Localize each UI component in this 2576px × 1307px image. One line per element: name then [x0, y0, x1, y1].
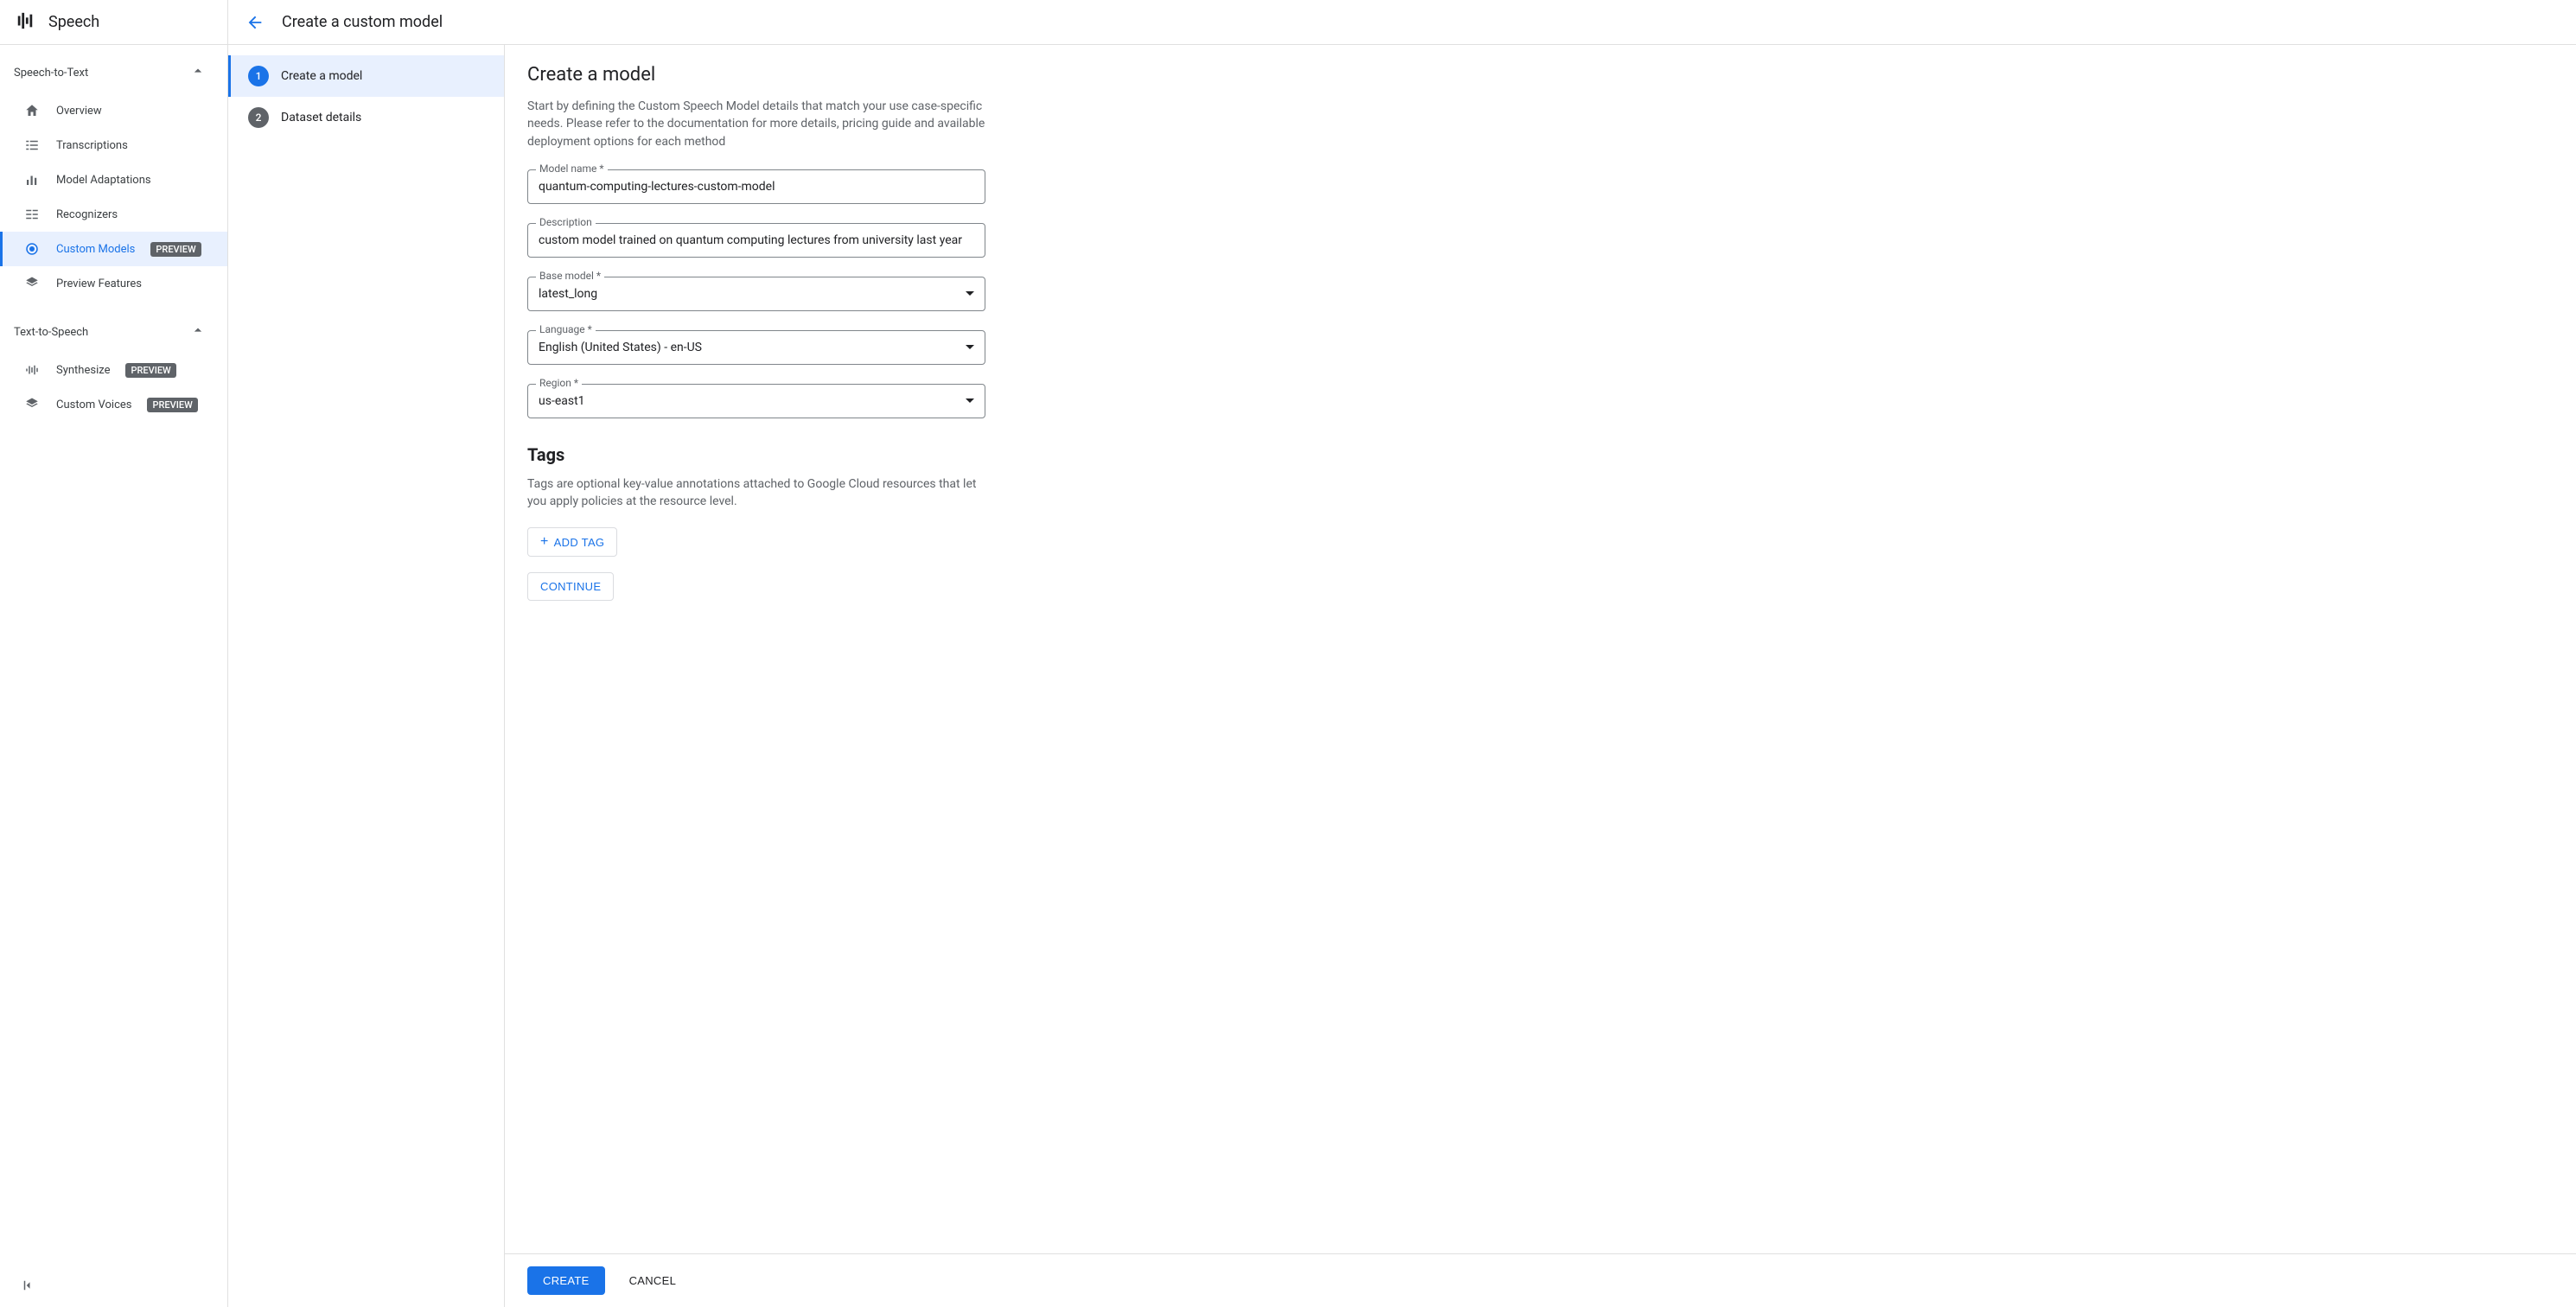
- field-model-name: Model name *: [527, 169, 985, 204]
- section-header-speech-to-text[interactable]: Speech-to-Text: [0, 52, 227, 93]
- content-header: Create a custom model: [228, 0, 2576, 45]
- bars-icon: [23, 171, 41, 188]
- step-dataset-details[interactable]: 2 Dataset details: [228, 97, 504, 138]
- preview-badge: PREVIEW: [150, 242, 201, 257]
- section-title: Text-to-Speech: [14, 326, 88, 339]
- sidebar-item-model-adaptations[interactable]: Model Adaptations: [0, 163, 227, 197]
- model-name-input[interactable]: [527, 169, 985, 204]
- base-model-select[interactable]: latest_long: [527, 277, 985, 311]
- collapse-sidebar-icon[interactable]: [21, 1278, 36, 1297]
- back-arrow-icon[interactable]: [245, 13, 265, 32]
- field-label: Model name *: [536, 163, 608, 175]
- field-label: Base model *: [536, 270, 604, 282]
- nav-label: Transcriptions: [56, 139, 128, 152]
- chevron-down-icon: [966, 345, 974, 349]
- field-label: Region *: [536, 377, 582, 389]
- section-title: Speech-to-Text: [14, 67, 88, 80]
- form-area: Create a model Start by defining the Cus…: [505, 45, 2576, 1253]
- sidebar-item-custom-models[interactable]: Custom Models PREVIEW: [0, 232, 227, 266]
- sidebar-item-custom-voices[interactable]: Custom Voices PREVIEW: [0, 387, 227, 422]
- select-value: latest_long: [539, 287, 597, 301]
- nav-label: Overview: [56, 105, 102, 118]
- nav-label: Custom Voices: [56, 398, 131, 411]
- sidebar-item-recognizers[interactable]: Recognizers: [0, 197, 227, 232]
- chevron-up-icon: [189, 62, 207, 83]
- nav-label: Recognizers: [56, 208, 118, 221]
- field-language: Language * English (United States) - en-…: [527, 330, 985, 365]
- select-value: English (United States) - en-US: [539, 341, 702, 354]
- create-button[interactable]: CREATE: [527, 1266, 605, 1295]
- field-description: Description: [527, 223, 985, 258]
- select-value: us-east1: [539, 394, 585, 408]
- main-area: Create a custom model 1 Create a model 2…: [228, 0, 2576, 1307]
- form-description: Start by defining the Custom Speech Mode…: [527, 98, 985, 150]
- chevron-down-icon: [966, 291, 974, 296]
- step-number: 1: [248, 66, 269, 86]
- preview-badge: PREVIEW: [147, 398, 197, 412]
- nav-label: Preview Features: [56, 277, 142, 290]
- list-icon: [23, 137, 41, 154]
- nav-label: Custom Models: [56, 243, 135, 256]
- stacked-lines-icon: [23, 206, 41, 223]
- speech-logo-icon: [16, 11, 35, 34]
- step-label: Dataset details: [281, 111, 361, 124]
- tags-title: Tags: [527, 444, 2554, 465]
- stepper-column: 1 Create a model 2 Dataset details: [228, 45, 505, 1307]
- target-icon: [23, 240, 41, 258]
- step-number: 2: [248, 107, 269, 128]
- sidebar: Speech Speech-to-Text Overview Transcrip…: [0, 0, 228, 1307]
- form-title: Create a model: [527, 64, 2554, 86]
- button-label: CONTINUE: [540, 580, 601, 593]
- field-region: Region * us-east1: [527, 384, 985, 418]
- layers-icon: [23, 275, 41, 292]
- product-title: Speech: [48, 13, 99, 31]
- preview-badge: PREVIEW: [125, 363, 175, 378]
- waveform-icon: [23, 361, 41, 379]
- cancel-button[interactable]: CANCEL: [619, 1266, 687, 1295]
- nav-label: Model Adaptations: [56, 174, 151, 187]
- layers-icon: [23, 396, 41, 413]
- sidebar-item-preview-features[interactable]: Preview Features: [0, 266, 227, 301]
- footer-actions: CREATE CANCEL: [505, 1253, 2576, 1307]
- plus-icon: +: [540, 535, 549, 549]
- sidebar-header: Speech: [0, 0, 227, 45]
- sidebar-item-synthesize[interactable]: Synthesize PREVIEW: [0, 353, 227, 387]
- home-icon: [23, 102, 41, 119]
- region-select[interactable]: us-east1: [527, 384, 985, 418]
- section-header-text-to-speech[interactable]: Text-to-Speech: [0, 311, 227, 353]
- field-base-model: Base model * latest_long: [527, 277, 985, 311]
- language-select[interactable]: English (United States) - en-US: [527, 330, 985, 365]
- continue-button[interactable]: CONTINUE: [527, 572, 614, 601]
- sidebar-footer: [0, 1267, 227, 1307]
- nav-label: Synthesize: [56, 364, 110, 377]
- add-tag-button[interactable]: + ADD TAG: [527, 527, 617, 557]
- description-input[interactable]: [527, 223, 985, 258]
- field-label: Language *: [536, 323, 596, 335]
- tags-description: Tags are optional key-value annotations …: [527, 475, 985, 511]
- chevron-down-icon: [966, 398, 974, 403]
- button-label: ADD TAG: [554, 536, 605, 549]
- step-label: Create a model: [281, 69, 362, 83]
- sidebar-item-overview[interactable]: Overview: [0, 93, 227, 128]
- page-title: Create a custom model: [282, 13, 443, 31]
- step-create-a-model[interactable]: 1 Create a model: [228, 55, 504, 97]
- field-label: Description: [536, 216, 596, 228]
- sidebar-item-transcriptions[interactable]: Transcriptions: [0, 128, 227, 163]
- chevron-up-icon: [189, 322, 207, 342]
